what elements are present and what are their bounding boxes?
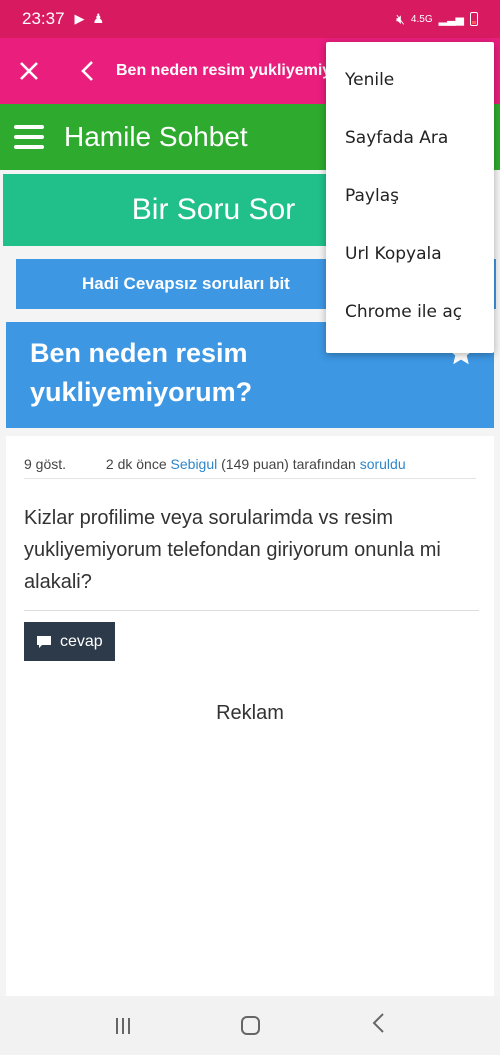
status-time: 23:37 bbox=[22, 9, 65, 28]
asked-link[interactable]: soruldu bbox=[360, 456, 406, 472]
play-store-icon: ▶ bbox=[74, 11, 85, 26]
toolbar-title: Ben neden resim yukliyemiyo bbox=[116, 62, 341, 79]
author-link[interactable]: Sebigul bbox=[171, 456, 218, 472]
answer-label: cevap bbox=[60, 632, 103, 650]
close-icon bbox=[20, 62, 38, 80]
battery-icon bbox=[470, 12, 478, 26]
question-card: 9 göst. 2 dk önce Sebigul (149 puan) tar… bbox=[6, 436, 494, 996]
menu-item-find-in-page[interactable]: Sayfada Ara bbox=[326, 109, 494, 167]
hamburger-menu-icon[interactable] bbox=[14, 125, 44, 149]
home-icon[interactable] bbox=[240, 1016, 260, 1035]
menu-item-refresh[interactable]: Yenile bbox=[326, 51, 494, 109]
menu-item-copy-url[interactable]: Url Kopyala bbox=[326, 225, 494, 283]
answer-button[interactable]: cevap bbox=[24, 622, 115, 661]
recent-apps-icon[interactable] bbox=[115, 1017, 130, 1034]
navigation-bar bbox=[0, 996, 500, 1055]
network-type: 4.5G bbox=[410, 13, 433, 25]
status-bar: 23:37 ▶ ♟ 🔇︎ 4.5G ▂▃▅ bbox=[0, 0, 500, 38]
ad-label: Reklam bbox=[216, 702, 284, 724]
question-body: Kizlar profilime veya sorularimda vs res… bbox=[24, 502, 479, 611]
site-title[interactable]: Hamile Sohbet bbox=[64, 121, 248, 153]
menu-item-share[interactable]: Paylaş bbox=[326, 167, 494, 225]
back-nav-icon[interactable] bbox=[371, 1010, 385, 1041]
notification-icon: ♟ bbox=[92, 11, 105, 26]
chevron-left-icon bbox=[81, 61, 93, 81]
signal-icon: ▂▃▅ bbox=[438, 13, 464, 26]
question-meta: 9 göst. 2 dk önce Sebigul (149 puan) tar… bbox=[24, 456, 476, 479]
back-button[interactable] bbox=[58, 38, 116, 104]
comment-icon bbox=[37, 635, 51, 648]
menu-item-open-in-chrome[interactable]: Chrome ile aç bbox=[326, 283, 494, 341]
close-button[interactable] bbox=[0, 38, 58, 104]
overflow-menu: Yenile Sayfada Ara Paylaş Url Kopyala Ch… bbox=[326, 42, 494, 353]
author-points: (149 puan) bbox=[221, 456, 289, 472]
mute-icon: 🔇︎ bbox=[396, 10, 405, 27]
by-text: tarafından bbox=[292, 456, 356, 472]
view-count: 9 göst. bbox=[24, 456, 67, 472]
time-ago: 2 dk önce bbox=[105, 456, 167, 472]
status-notification-icons: ▶ ♟ bbox=[75, 11, 105, 27]
question-title: Ben neden resim yukliyemiyorum? bbox=[30, 338, 253, 407]
status-right-icons: 🔇︎ 4.5G ▂▃▅ bbox=[396, 11, 478, 28]
